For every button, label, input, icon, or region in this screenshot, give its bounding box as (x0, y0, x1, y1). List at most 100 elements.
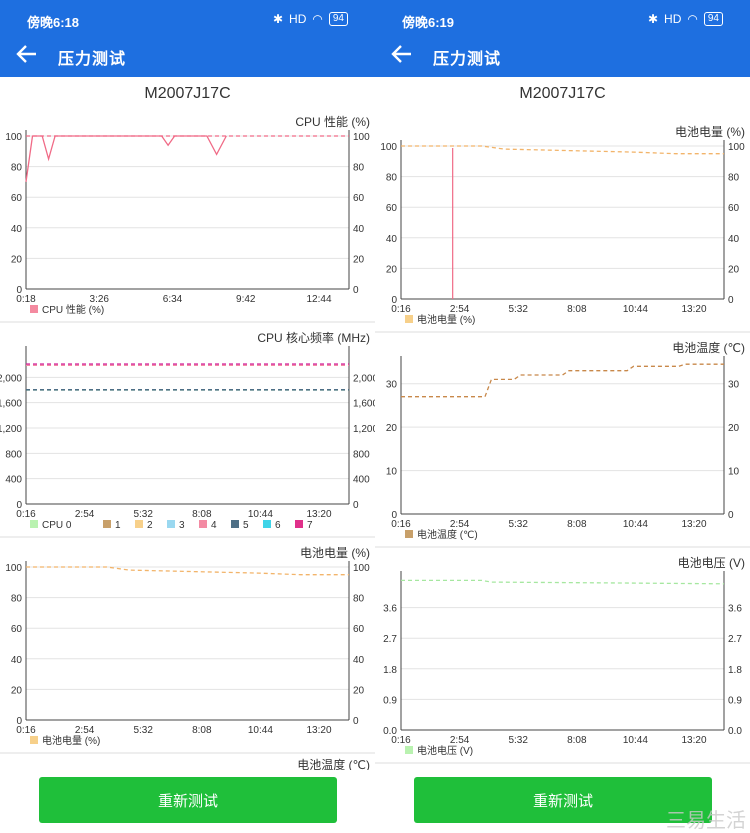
y-tick-label: 100 (5, 563, 22, 574)
y-tick-label-right: 800 (353, 449, 370, 460)
y-tick-label-right: 60 (353, 193, 365, 204)
y-tick-label: 30 (386, 380, 398, 391)
battery-icon: 94 (328, 12, 348, 26)
x-tick-label: 0:16 (391, 304, 411, 315)
signal-icon: HD (664, 12, 682, 26)
legend-swatch (405, 530, 413, 538)
section-divider (375, 331, 750, 333)
x-tick-label: 10:44 (623, 304, 648, 315)
legend-swatch (405, 315, 413, 323)
x-tick-label: 2:54 (450, 519, 470, 530)
y-tick-label-right: 20 (728, 264, 740, 275)
x-tick-label: 0:16 (16, 725, 36, 736)
x-tick-label: 12:44 (306, 294, 331, 305)
y-tick-label-right: 100 (728, 142, 745, 153)
y-tick-label-right: 1.8 (728, 665, 742, 676)
bluetooth-icon: ✱ (272, 12, 284, 26)
legend-swatch (103, 520, 111, 528)
y-tick-label-right: 0.9 (728, 695, 742, 706)
signal-icon: HD (289, 12, 307, 26)
x-tick-label: 0:16 (391, 519, 411, 530)
battery-voltage-chart: 电池电压 (V)0.0 0.00.9 0.91.8 1.82.7 2.73.6 3.60:… (375, 556, 750, 764)
y-tick-label-right: 40 (728, 234, 740, 245)
x-tick-label: 6:34 (163, 294, 183, 305)
chart-title: 电池电量 (%) (300, 546, 370, 560)
legend-label: 5 (243, 520, 249, 531)
y-tick-label: 800 (5, 449, 22, 460)
y-tick-label-right: 10 (728, 467, 740, 478)
y-tick-label: 60 (11, 624, 23, 635)
chart-title: CPU 性能 (%) (295, 115, 370, 129)
status-icons: ✱ HD ◠ 94 (273, 12, 348, 26)
section-divider (0, 321, 375, 323)
section-divider (0, 752, 375, 754)
y-tick-label: 80 (11, 163, 23, 174)
legend-label: 2 (147, 520, 153, 531)
y-tick-label: 1.8 (383, 665, 397, 676)
y-tick-label-right: 40 (353, 224, 365, 235)
legend-label: 电池温度 (℃) (417, 528, 478, 541)
legend-label: 4 (211, 520, 217, 531)
x-tick-label: 8:08 (567, 519, 587, 530)
watermark-text: 三易生活 (666, 809, 746, 832)
x-tick-label: 2:54 (75, 725, 95, 736)
y-tick-label-right: 0 (353, 716, 359, 727)
x-tick-label: 0:16 (16, 509, 36, 520)
retest-button[interactable]: 重新测试 (39, 777, 337, 823)
y-tick-label-right: 0 (728, 295, 734, 306)
legend-swatch (30, 520, 38, 528)
wifi-icon: ◠ (312, 12, 323, 26)
y-tick-label: 40 (11, 224, 23, 235)
x-tick-label: 0:18 (16, 294, 36, 305)
y-tick-label: 10 (386, 467, 398, 478)
screen-left: 傍晚6:18 ✱ HD ◠ 94 压力测试 M2007J17C CPU 性能 (… (0, 0, 375, 833)
section-divider (375, 762, 750, 764)
x-tick-label: 2:54 (450, 304, 470, 315)
y-tick-label-right: 100 (353, 563, 370, 574)
back-arrow-icon[interactable] (389, 42, 415, 66)
y-tick-label: 20 (11, 685, 23, 696)
cpu-performance-chart: CPU 性能 (%)0 020 2040 4060 6080 80100 1000:18 3:… (0, 115, 375, 323)
y-tick-label: 0.9 (383, 695, 397, 706)
y-tick-label: 100 (380, 142, 397, 153)
chart-title: 电池温度 (℃) (672, 340, 745, 355)
legend-label: 6 (275, 520, 281, 531)
y-tick-label: 20 (386, 423, 398, 434)
series-line (401, 145, 724, 155)
legend-label: 7 (307, 520, 313, 531)
y-tick-label-right: 0 (353, 285, 359, 296)
next-chart-peek: 电池温度 (℃) (297, 757, 370, 770)
y-tick-label: 400 (5, 475, 22, 486)
app-bar: 傍晚6:18 ✱ HD ◠ 94 压力测试 (0, 0, 375, 77)
wifi-icon: ◠ (687, 12, 698, 26)
y-tick-label: 40 (386, 234, 398, 245)
bluetooth-icon: ✱ (647, 12, 659, 26)
cpu-frequency-chart: CPU 核心频率 (MHz)004004008008001,2001,2001,… (0, 330, 375, 538)
back-arrow-icon[interactable] (14, 42, 40, 66)
page-title: 压力测试 (58, 51, 127, 68)
legend-swatch (263, 520, 271, 528)
chart-title: 电池电量 (%) (675, 125, 745, 139)
y-tick-label: 3.6 (383, 604, 397, 615)
y-tick-label-right: 100 (353, 132, 370, 143)
y-tick-label-right: 0.0 (728, 726, 742, 737)
x-tick-label: 13:20 (681, 304, 706, 315)
y-tick-label: 1,600 (0, 399, 22, 410)
y-tick-label: 40 (11, 655, 23, 666)
y-tick-label: 20 (386, 264, 398, 275)
battery-temperature-chart: 电池温度 (℃)0 010 1020 2030 300:16 2:54 5:32 8:08 10… (375, 340, 750, 548)
y-tick-label: 2,000 (0, 373, 22, 384)
y-tick-label-right: 2.7 (728, 634, 742, 645)
next-chart-title: 电池温度 (℃) (297, 757, 370, 770)
device-model: M2007J17C (144, 85, 231, 102)
y-tick-label: 60 (386, 203, 398, 214)
app-bar: 傍晚6:19 ✱ HD ◠ 94 压力测试 (375, 0, 750, 77)
x-tick-label: 8:08 (192, 725, 212, 736)
x-tick-label: 8:08 (567, 735, 587, 746)
y-tick-label: 100 (5, 132, 22, 143)
y-tick-label-right: 2,000 (353, 373, 375, 384)
series-line (401, 579, 725, 585)
x-tick-label: 8:08 (567, 304, 587, 315)
device-model: M2007J17C (519, 85, 606, 102)
x-tick-label: 2:54 (450, 735, 470, 746)
